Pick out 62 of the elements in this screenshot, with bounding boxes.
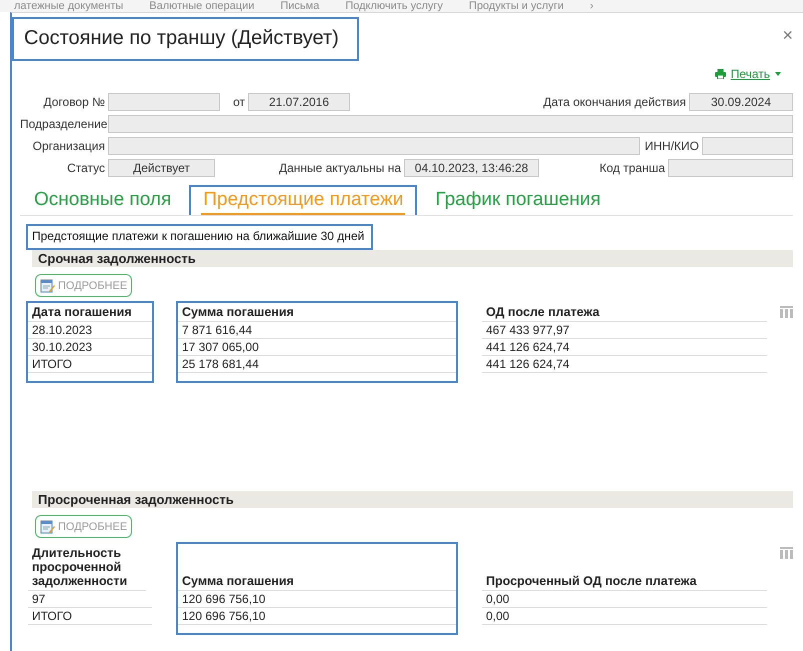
section-header: Срочная задолженность <box>32 250 793 267</box>
tab[interactable]: Основные поля <box>20 185 186 215</box>
input-field[interactable]: 04.10.2023, 13:46:28 <box>404 159 539 177</box>
printer-icon <box>714 69 726 79</box>
field-label: ИНН/КИО <box>644 139 699 153</box>
table-cell: 120 696 756,10 <box>178 608 456 625</box>
input-field[interactable] <box>668 159 793 177</box>
table-cell: ИТОГО <box>28 608 152 625</box>
input-field[interactable] <box>702 137 793 155</box>
menu-item[interactable]: Продукты и услуги <box>468 0 564 12</box>
column-header: ОД после платежа <box>482 303 767 322</box>
input-field[interactable]: 21.07.2016 <box>248 93 350 111</box>
input-field[interactable]: Действует <box>108 159 215 177</box>
table-cell: 120 696 756,10 <box>178 591 456 608</box>
table-cell: 28.10.2023 <box>28 322 152 339</box>
field-label: Данные актуальны на <box>278 161 401 175</box>
table-cell: 0,00 <box>482 608 767 625</box>
column-header: Просроченный ОД после платежа <box>482 544 767 591</box>
table-cell: 0,00 <box>482 591 767 608</box>
notepad-icon <box>40 278 55 293</box>
table-cell: 7 871 616,44 <box>178 322 456 339</box>
input-field[interactable] <box>108 93 220 111</box>
input-field[interactable] <box>108 137 640 155</box>
print-link[interactable]: Печать <box>714 67 781 81</box>
column-header: Дата погашения <box>28 303 152 322</box>
notepad-icon <box>40 519 55 534</box>
table-cell: 467 433 977,97 <box>482 322 767 339</box>
details-button[interactable]: ПОДРОБНЕЕ <box>35 274 132 297</box>
menu-item[interactable]: Подключить услугу <box>345 0 443 12</box>
field-label: Код транша <box>598 161 665 175</box>
column-header: Сумма погашения <box>178 544 456 591</box>
input-field[interactable]: 30.09.2024 <box>689 93 793 111</box>
column-header: Длительность просроченной задолженности <box>28 544 146 591</box>
details-button[interactable]: ПОДРОБНЕЕ <box>35 515 132 538</box>
table-cell: 25 178 681,44 <box>178 356 456 373</box>
columns-icon[interactable] <box>780 306 793 318</box>
tab[interactable]: Предстоящие платежи <box>189 185 418 215</box>
menu-item[interactable]: Валютные операции <box>149 0 254 12</box>
caret-icon <box>775 72 781 76</box>
field-label: от <box>232 95 245 109</box>
info-text: Предстоящие платежи к погашению на ближайшие 30 дней <box>26 224 373 250</box>
input-field[interactable] <box>108 115 793 133</box>
dialog-title: Состояние по траншу (Действует) <box>12 17 359 61</box>
menu-item[interactable]: Письма <box>280 0 320 12</box>
tab[interactable]: График погашения <box>421 185 615 215</box>
table-cell: 17 307 065,00 <box>178 339 456 356</box>
field-label: Договор № <box>42 95 105 109</box>
menu-item[interactable]: › <box>590 0 594 12</box>
column-header: Сумма погашения <box>178 303 456 322</box>
field-label: Подразделение <box>20 117 105 131</box>
close-button[interactable]: × <box>782 17 793 46</box>
table-cell: 441 126 624,74 <box>482 339 767 356</box>
table-cell: 441 126 624,74 <box>482 356 767 373</box>
section-header: Просроченная задолженность <box>32 491 793 508</box>
field-label: Организация <box>32 139 105 153</box>
table-cell: ИТОГО <box>28 356 152 373</box>
field-label: Дата окончания действия <box>543 95 686 109</box>
table-cell: 97 <box>28 591 152 608</box>
table-cell: 30.10.2023 <box>28 339 152 356</box>
field-label: Статус <box>66 161 105 175</box>
columns-icon[interactable] <box>780 547 793 559</box>
menu-item[interactable]: латежные документы <box>14 0 124 12</box>
